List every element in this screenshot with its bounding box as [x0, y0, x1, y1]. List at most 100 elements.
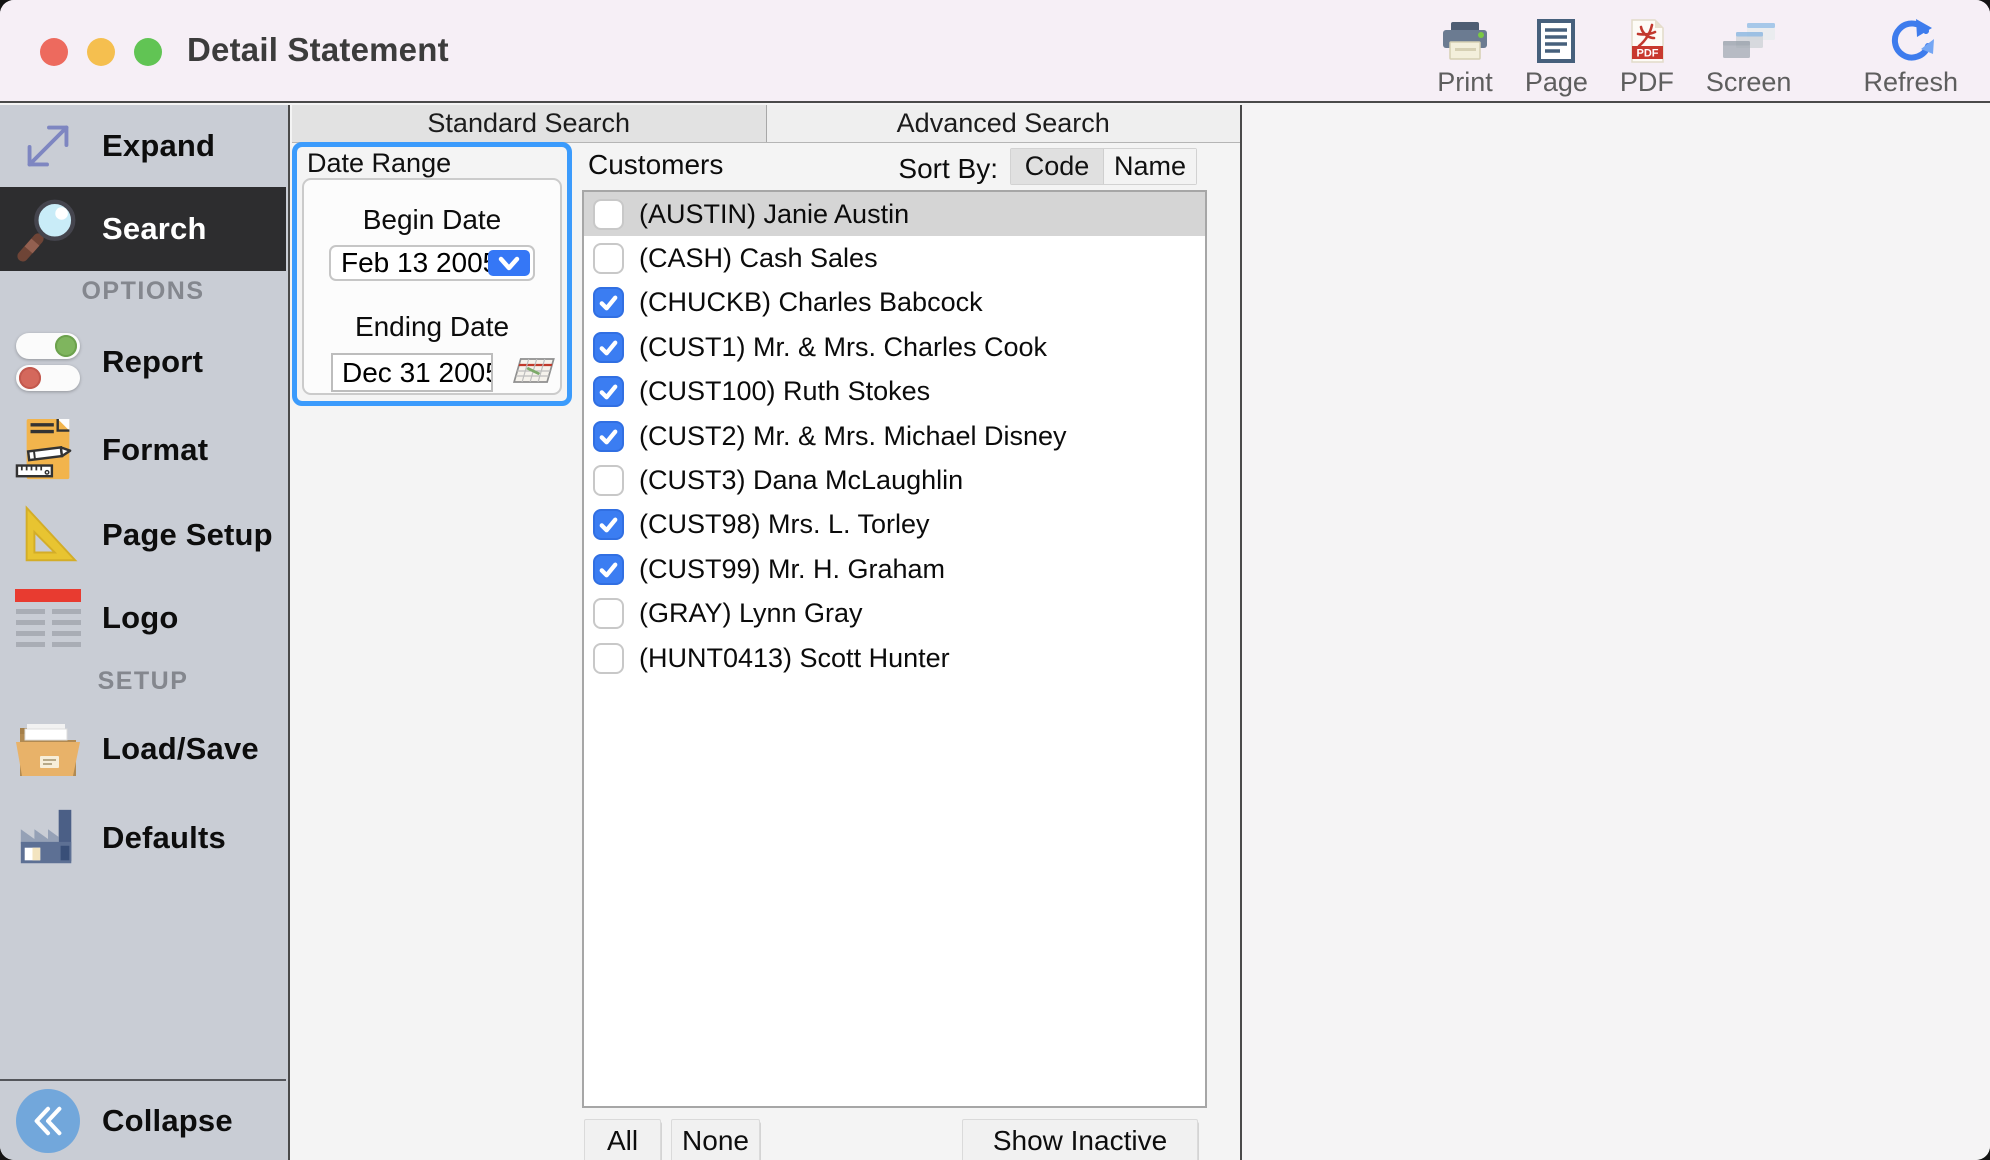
customer-list[interactable]: (AUSTIN) Janie Austin (CASH) Cash Sales …	[582, 190, 1207, 1108]
report-toggles-icon	[12, 326, 84, 398]
sidebar-item-label: Collapse	[102, 1102, 233, 1138]
minimize-window-button[interactable]	[87, 38, 115, 66]
print-icon	[1441, 12, 1489, 64]
date-range-title: Date Range	[307, 148, 452, 178]
sort-by-segmented-control: Code Name	[1010, 148, 1197, 185]
sidebar-item-report[interactable]: Report	[0, 319, 286, 405]
customer-checkbox[interactable]	[593, 509, 624, 541]
sort-by-label: Sort By:	[898, 153, 998, 184]
customer-row[interactable]: (CUST99) Mr. H. Graham	[584, 547, 1205, 591]
select-all-button[interactable]: All	[584, 1119, 661, 1160]
refresh-button[interactable]: Refresh	[1847, 12, 1974, 98]
screen-icon	[1721, 12, 1777, 64]
sidebar-item-load-save[interactable]: Load/Save	[0, 705, 286, 793]
screen-button[interactable]: Screen	[1690, 12, 1808, 98]
page-label: Page	[1524, 67, 1588, 97]
page-icon	[1536, 12, 1576, 64]
customer-row[interactable]: (HUNT0413) Scott Hunter	[584, 636, 1205, 680]
customer-row[interactable]: (CUST100) Ruth Stokes	[584, 370, 1205, 414]
traffic-lights	[40, 38, 162, 66]
search-icon	[12, 193, 84, 265]
customer-row-label: (CUST99) Mr. H. Graham	[639, 553, 946, 584]
sidebar-item-logo[interactable]: Logo	[0, 577, 286, 659]
collapse-icon	[12, 1085, 84, 1157]
sidebar-item-label: Defaults	[102, 820, 226, 855]
page-button[interactable]: Page	[1509, 12, 1604, 98]
customer-row-label: (CUST100) Ruth Stokes	[639, 376, 931, 407]
toolbar: Print Page PDF PDF Screen Refresh	[1421, 12, 1974, 98]
customer-checkbox[interactable]	[593, 198, 624, 230]
screen-label: Screen	[1705, 67, 1792, 97]
sidebar-item-search[interactable]: Search	[0, 187, 286, 271]
date-range-group: Date Range Begin Date Feb 13 2005 Ending…	[292, 142, 572, 406]
customer-row[interactable]: (CHUCKB) Charles Babcock	[584, 281, 1205, 325]
chevron-down-icon[interactable]	[488, 250, 530, 276]
sort-by-code-button[interactable]: Code	[1011, 149, 1104, 184]
factory-icon	[12, 802, 84, 874]
sidebar-item-label: Expand	[102, 128, 216, 163]
checkmark-icon	[599, 429, 618, 445]
sidebar-item-label: Page Setup	[102, 517, 273, 552]
pdf-button[interactable]: PDF PDF	[1604, 12, 1690, 98]
refresh-icon	[1887, 12, 1935, 64]
sort-by-name-button[interactable]: Name	[1104, 149, 1196, 184]
customer-row-label: (CHUCKB) Charles Babcock	[639, 287, 983, 318]
customer-row-label: (HUNT0413) Scott Hunter	[639, 642, 950, 673]
customer-row[interactable]: (CUST1) Mr. & Mrs. Charles Cook	[584, 325, 1205, 369]
report-preview-panel	[1240, 105, 1990, 1160]
sidebar-section-setup: SETUP	[97, 667, 189, 695]
ending-date-label: Ending Date	[354, 311, 510, 342]
checkmark-icon	[599, 296, 618, 311]
customer-row-label: (CUST2) Mr. & Mrs. Michael Disney	[639, 420, 1067, 451]
customer-row-label: (GRAY) Lynn Gray	[639, 598, 863, 629]
refresh-label: Refresh	[1863, 67, 1958, 97]
show-inactive-button[interactable]: Show Inactive	[962, 1119, 1198, 1160]
customer-row[interactable]: (GRAY) Lynn Gray	[584, 592, 1205, 636]
customer-checkbox[interactable]	[593, 642, 624, 674]
pdf-label: PDF	[1619, 67, 1674, 97]
customer-checkbox[interactable]	[593, 376, 624, 408]
print-label: Print	[1437, 67, 1493, 97]
print-button[interactable]: Print	[1421, 12, 1509, 98]
customer-row[interactable]: (CUST3) Dana McLaughlin	[584, 458, 1205, 502]
close-window-button[interactable]	[40, 38, 68, 66]
tab-standard-search[interactable]: Standard Search	[292, 105, 767, 142]
calendar-icon[interactable]	[507, 351, 559, 394]
zoom-window-button[interactable]	[134, 38, 162, 66]
customer-row[interactable]: (AUSTIN) Janie Austin	[584, 192, 1205, 237]
begin-date-dropdown[interactable]: Feb 13 2005	[329, 245, 535, 281]
app-window: Detail Statement Print Page PDF PDF Scre…	[0, 0, 1990, 1160]
window-title: Detail Statement	[187, 31, 449, 68]
customer-checkbox[interactable]	[593, 420, 624, 452]
folder-icon	[12, 713, 84, 785]
sidebar-item-format[interactable]: Format	[0, 408, 286, 492]
sidebar-item-expand[interactable]: Expand	[0, 105, 286, 187]
begin-date-label: Begin Date	[362, 204, 502, 235]
customer-checkbox[interactable]	[593, 598, 624, 630]
sidebar-item-label: Load/Save	[102, 731, 259, 766]
checkmark-icon	[599, 517, 618, 533]
customer-checkbox[interactable]	[593, 465, 624, 497]
sidebar-item-page-setup[interactable]: Page Setup	[0, 493, 286, 577]
sidebar-item-label: Report	[102, 344, 204, 379]
sidebar-item-collapse[interactable]: Collapse	[0, 1079, 286, 1160]
customer-checkbox[interactable]	[593, 287, 624, 319]
sidebar-section-options: OPTIONS	[81, 277, 205, 305]
ending-date-input[interactable]	[331, 353, 493, 392]
checkmark-icon	[599, 340, 618, 356]
select-none-button[interactable]: None	[671, 1119, 760, 1160]
sidebar-item-label: Logo	[102, 600, 179, 635]
customer-checkbox[interactable]	[593, 243, 624, 275]
content-area: Expand Search OPTIONS Report Format Page…	[0, 105, 1990, 1160]
customer-row[interactable]: (CUST2) Mr. & Mrs. Michael Disney	[584, 414, 1205, 458]
customer-row[interactable]: (CASH) Cash Sales	[584, 236, 1205, 280]
tab-advanced-search[interactable]: Advanced Search	[766, 105, 1240, 142]
tab-bar: Standard Search Advanced Search	[292, 105, 1240, 143]
customer-row[interactable]: (CUST98) Mrs. L. Torley	[584, 503, 1205, 547]
sidebar-item-defaults[interactable]: Defaults	[0, 795, 286, 881]
customer-checkbox[interactable]	[593, 331, 624, 363]
customer-checkbox[interactable]	[593, 553, 624, 585]
customer-row-label: (CUST1) Mr. & Mrs. Charles Cook	[639, 331, 1048, 362]
date-range-box: Begin Date Feb 13 2005 Ending Date	[302, 178, 562, 395]
sidebar-item-label: Format	[102, 432, 209, 467]
